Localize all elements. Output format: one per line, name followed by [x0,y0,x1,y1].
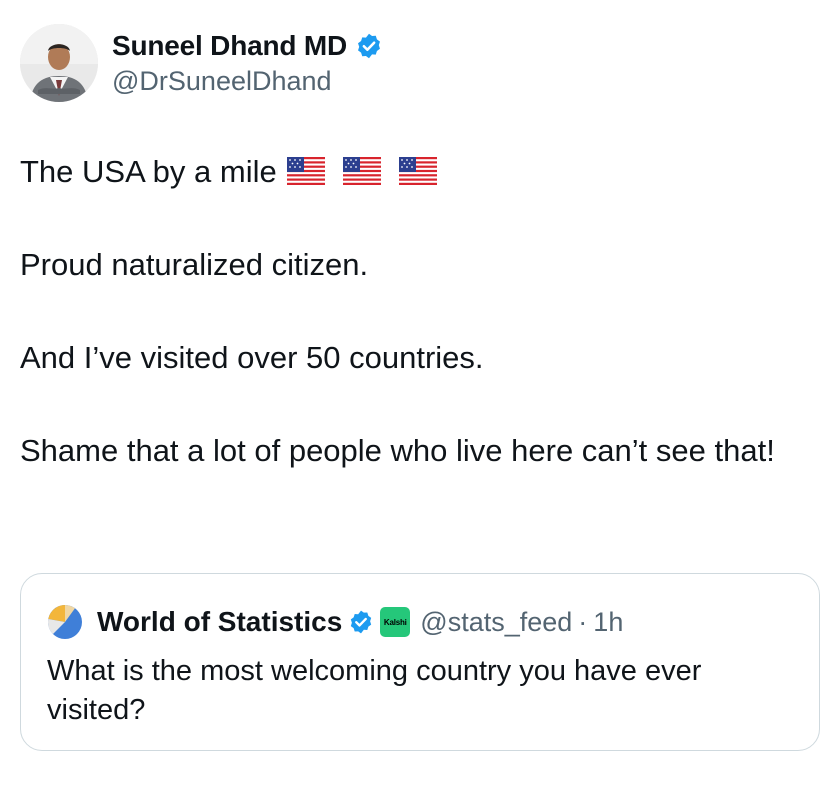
verified-badge-icon[interactable] [348,609,374,635]
author-names: Suneel Dhand MD @DrSuneelDhand [112,28,383,97]
author-handle[interactable]: @DrSuneelDhand [112,66,383,97]
tweet-paragraph: Proud naturalized citizen. [20,247,369,282]
quoted-author-display-name[interactable]: World of Statistics [97,606,342,638]
tweet-paragraph: The USA by a mile [20,148,810,195]
us-flag-icon [342,157,381,185]
kalshi-affiliate-badge[interactable]: Kalshi [380,607,411,637]
avatar[interactable] [20,24,98,102]
quoted-tweet-text: What is the most welcoming country you h… [47,655,702,726]
verified-badge-icon[interactable] [355,32,383,60]
us-flag-icon [286,157,325,185]
tweet-paragraph-text: The USA by a mile [20,154,277,189]
quoted-tweet-header: World of Statistics Kalshi @stats_feed ·… [47,604,623,640]
quoted-tweet-card[interactable]: World of Statistics Kalshi @stats_feed ·… [20,573,820,751]
tweet-paragraph: And I’ve visited over 50 countries. [20,340,484,375]
tweet-header: Suneel Dhand MD @DrSuneelDhand [20,24,383,102]
flag-emojis [277,154,437,189]
avatar-photo-icon [20,24,98,102]
tweet-text: The USA by a mile Proud naturalized citi… [20,148,810,474]
tweet-paragraph: Shame that a lot of people who live here… [20,433,775,468]
quoted-tweet-time[interactable]: 1h [593,607,623,638]
quoted-author-handle[interactable]: @stats_feed [420,607,572,638]
pie-chart-avatar-icon[interactable] [47,604,83,640]
tweet: Suneel Dhand MD @DrSuneelDhand The USA b… [0,0,840,789]
us-flag-icon [398,157,437,185]
separator-dot: · [578,606,588,637]
name-row: Suneel Dhand MD [112,28,383,64]
author-display-name[interactable]: Suneel Dhand MD [112,30,347,62]
